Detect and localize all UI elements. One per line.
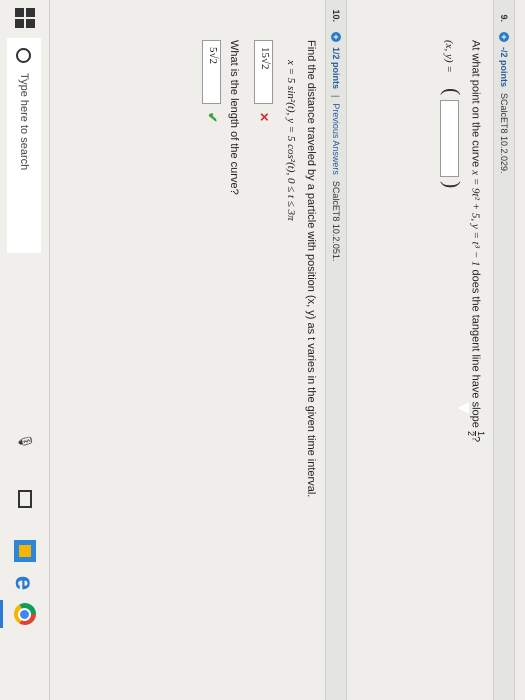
task-view-icon[interactable] (14, 488, 36, 510)
question-9-source[interactable]: SCalcET8 10.2.029. (499, 93, 509, 174)
screen: 9. + -/2 points SCalcET8 10.2.029. At wh… (0, 0, 525, 700)
question-9-prompt: At what point on the curve x = 9t² + 5, … (466, 40, 486, 443)
correct-check-icon: ✔ (205, 112, 220, 123)
question-10-prompt: Find the distance traveled by a particle… (305, 40, 317, 498)
open-paren: ( (440, 88, 465, 96)
distance-answer-input[interactable]: 15√2 (254, 40, 273, 104)
mouse-cursor-icon (458, 402, 469, 414)
question-10-equations: x = 5 sin²(t), y = 5 cos²(t), 0 ≤ t ≤ 3π (285, 60, 297, 221)
question-9-curve: x = 9t² + 5, y = t³ − 1 (469, 170, 482, 267)
store-icon[interactable] (14, 540, 36, 562)
microphone-icon[interactable]: 🎙 (14, 430, 36, 452)
question-10-header: 10. + 1/2 points | Previous Answers SCal… (325, 0, 347, 700)
question-10-prompt-2: What is the length of the curve? (228, 40, 240, 195)
question-10-source[interactable]: SCalcET8 10.2.051. (331, 181, 341, 262)
taskbar: Type here to search 🎙 e (0, 0, 50, 700)
question-10-points: 1/2 points (331, 47, 341, 90)
windows-start-icon[interactable] (15, 8, 35, 28)
search-placeholder: Type here to search (18, 73, 30, 171)
length-answer-input[interactable]: 5√2 (202, 40, 221, 104)
question-9-header: 9. + -/2 points SCalcET8 10.2.029. (493, 0, 515, 700)
chrome-browser-icon[interactable] (14, 603, 36, 625)
edge-browser-icon[interactable]: e (11, 572, 41, 594)
answer-label: (x, y) = (443, 40, 455, 73)
expand-plus-icon[interactable]: + (499, 32, 509, 42)
previous-answers-link[interactable]: Previous Answers (331, 103, 341, 175)
cortana-circle-icon (16, 48, 32, 63)
expand-plus-icon[interactable]: + (331, 32, 341, 42)
webpage: 9. + -/2 points SCalcET8 10.2.029. At wh… (50, 0, 525, 700)
active-app-indicator (0, 600, 3, 628)
taskbar-search-box[interactable]: Type here to search (7, 38, 41, 253)
close-paren: ) (440, 181, 465, 189)
question-10-number: 10. (331, 9, 341, 22)
question-9-number: 9. (499, 14, 509, 22)
incorrect-x-icon: ✕ (257, 112, 271, 123)
question-9-points: -/2 points (499, 47, 509, 87)
point-answer-input[interactable] (440, 100, 459, 177)
